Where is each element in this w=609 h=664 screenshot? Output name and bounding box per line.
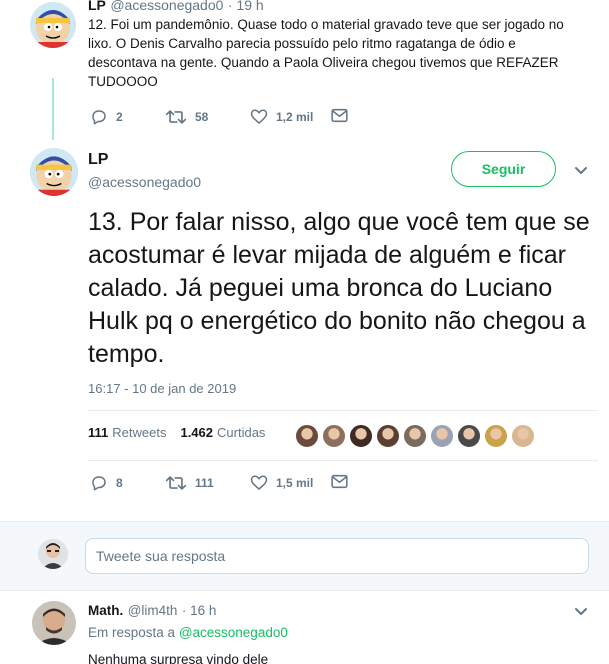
main-tweet-retweet-count: 111 (195, 476, 214, 490)
main-tweet-like-button[interactable]: 1,5 mil (250, 474, 313, 492)
current-user-avatar (38, 539, 68, 569)
liker-avatar[interactable] (511, 424, 535, 448)
heart-icon (250, 109, 268, 124)
liker-avatar[interactable] (484, 424, 508, 448)
prev-tweet-retweet-button[interactable]: 58 (165, 108, 208, 126)
heart-icon (250, 475, 268, 490)
liker-avatar[interactable] (349, 424, 373, 448)
reply-tweet-author-name[interactable]: Math. (88, 603, 123, 618)
retweet-stat[interactable]: 111 Retweets (88, 425, 166, 440)
prev-tweet-avatar[interactable] (30, 2, 76, 48)
in-reply-to-prefix: Em resposta a (88, 625, 176, 640)
reply-input[interactable]: Tweete sua resposta (85, 538, 589, 574)
main-tweet-avatar[interactable] (30, 148, 78, 196)
in-reply-to-line: Em resposta a @acessonegado0 (88, 625, 288, 640)
in-reply-to-handle-link[interactable]: @acessonegado0 (179, 625, 288, 640)
liker-avatar[interactable] (295, 424, 319, 448)
prev-tweet-reply-count: 2 (116, 110, 123, 124)
main-tweet-reply-count: 8 (116, 476, 123, 490)
prev-tweet-header: LP @acessonegado0 · 19 h (88, 0, 264, 15)
reply-input-placeholder: Tweete sua resposta (96, 548, 226, 564)
retweet-stat-label: Retweets (112, 425, 167, 440)
prev-tweet-retweet-count: 58 (195, 110, 209, 124)
main-tweet-author-handle[interactable]: @acessonegado0 (88, 174, 201, 190)
main-tweet-dm-button[interactable] (331, 474, 348, 489)
follow-button[interactable]: Seguir (451, 151, 556, 187)
envelope-icon (331, 474, 348, 489)
liker-avatar[interactable] (403, 424, 427, 448)
prev-tweet-author-handle[interactable]: @acessonegado0 (110, 0, 223, 13)
retweet-icon (165, 110, 187, 124)
retweet-icon (165, 476, 187, 490)
like-stat[interactable]: 1.462 Curtidas (180, 425, 265, 440)
stats-top-divider (88, 410, 598, 411)
reply-tweet-author-handle[interactable]: @lim4th (128, 603, 178, 618)
stats-bottom-divider (88, 460, 598, 461)
reply-tweet-time[interactable]: · 16 h (182, 603, 217, 618)
reply-icon (92, 110, 106, 125)
retweet-stat-count: 111 (88, 425, 109, 440)
reply-icon (92, 476, 106, 491)
main-tweet-reply-button[interactable]: 8 (90, 474, 123, 492)
liker-avatar[interactable] (457, 424, 481, 448)
prev-tweet-time[interactable]: · 19 h (228, 0, 264, 13)
reply-tweet-header: Math. @lim4th · 16 h (88, 602, 216, 620)
main-tweet-timestamp[interactable]: 16:17 - 10 de jan de 2019 (88, 381, 236, 396)
thread-connector-line (52, 78, 54, 140)
main-tweet-author-name[interactable]: LP (88, 151, 108, 169)
envelope-icon (331, 108, 348, 123)
like-stat-count: 1.462 (180, 425, 214, 440)
liker-avatar[interactable] (376, 424, 400, 448)
prev-tweet-dm-button[interactable] (331, 108, 348, 123)
prev-tweet-text: 12. Foi um pandemônio. Quase todo o mate… (88, 17, 564, 89)
reply-tweet-more-chevron-icon[interactable] (573, 606, 589, 618)
prev-tweet-reply-button[interactable]: 2 (90, 108, 123, 126)
prev-tweet-author-name[interactable]: LP (88, 0, 106, 13)
main-tweet-retweet-button[interactable]: 111 (165, 474, 214, 492)
reply-tweet-text: Nenhuma surpresa vindo dele (88, 652, 269, 664)
prev-tweet-like-button[interactable]: 1,2 mil (250, 108, 313, 126)
liker-avatar[interactable] (322, 424, 346, 448)
main-tweet-text: 13. Por falar nisso, algo que você tem q… (88, 208, 590, 368)
main-tweet-like-count: 1,5 mil (276, 476, 314, 490)
liker-avatars (295, 424, 535, 448)
like-stat-label: Curtidas (217, 425, 266, 440)
main-tweet-more-chevron-icon[interactable] (573, 165, 589, 177)
prev-tweet-like-count: 1,2 mil (276, 110, 314, 124)
liker-avatar[interactable] (430, 424, 454, 448)
engagement-stats: 111 Retweets 1.462 Curtidas (88, 425, 265, 440)
reply-tweet-avatar[interactable] (32, 601, 76, 645)
